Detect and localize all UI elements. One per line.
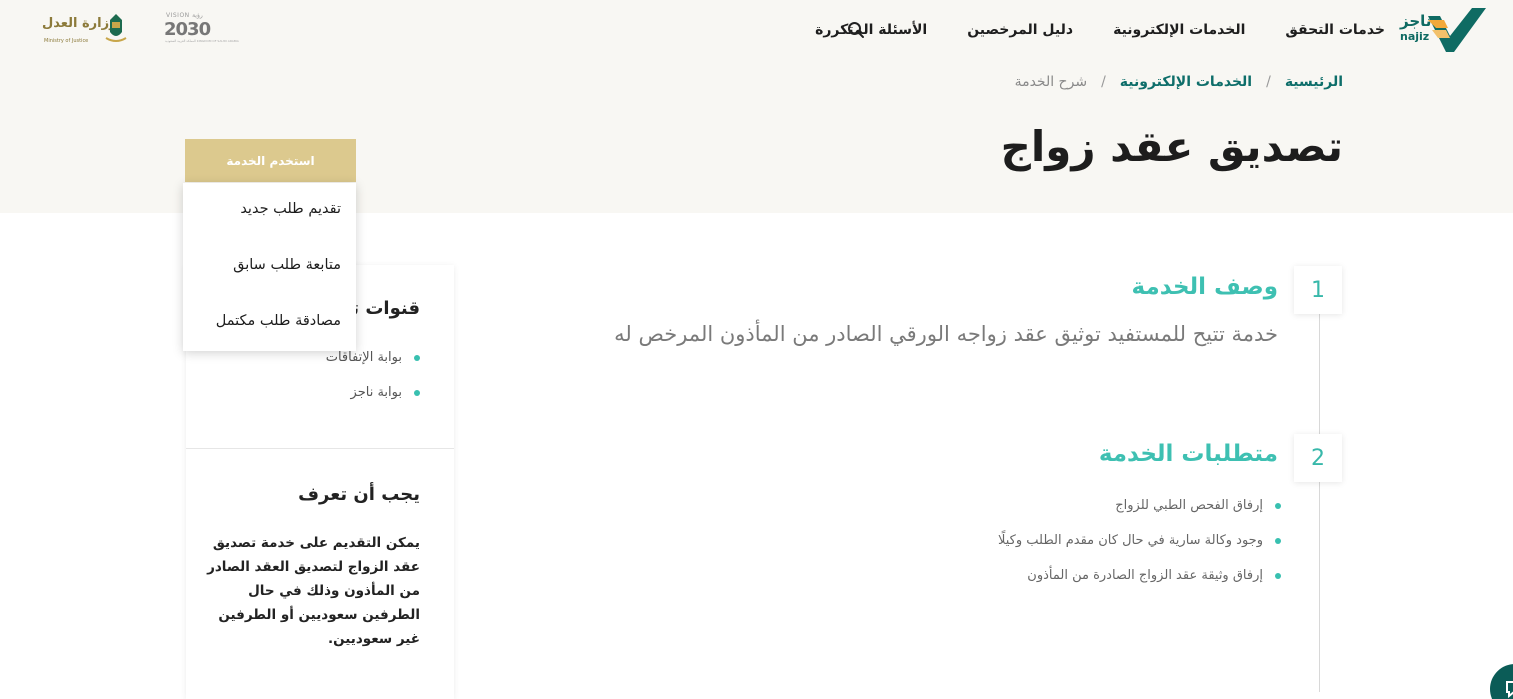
should-know-body: يمكن التقديم على خدمة تصديق عقد الزواج ل… xyxy=(207,535,420,647)
use-service-button[interactable]: استخدم الخدمة xyxy=(185,139,356,182)
breadcrumb-eservices[interactable]: الخدمات الإلكترونية xyxy=(1120,74,1252,90)
requirement-item: وجود وكالة سارية في حال كان مقدم الطلب و… xyxy=(998,533,1281,548)
breadcrumb-home[interactable]: الرئيسية xyxy=(1285,74,1343,90)
bullet-dot-icon xyxy=(414,354,420,361)
search-icon[interactable] xyxy=(846,20,866,40)
nav-item-eservices[interactable]: الخدمات الإلكترونية xyxy=(1113,22,1245,38)
step-number-badge: 2 xyxy=(1294,434,1342,482)
channel-item-label: بوابة الإتفاقات xyxy=(325,350,402,365)
najiz-checkmark-icon xyxy=(1428,8,1486,52)
channel-item[interactable]: بوابة الإتفاقات xyxy=(326,350,420,365)
step-number-badge: 1 xyxy=(1294,266,1342,314)
vision-logo-number: 2030 xyxy=(164,19,211,40)
nav-item-verification-services[interactable]: خدمات التحقق xyxy=(1285,22,1385,38)
requirement-item-label: إرفاق الفحص الطبي للزواج xyxy=(1115,498,1263,513)
timeline-line xyxy=(1319,300,1320,692)
channel-item[interactable]: بوابة ناجز xyxy=(351,385,420,400)
vision-logo-sub: المملكة العربية السعودية KINGDOM OF SAUD… xyxy=(165,39,239,43)
requirement-item: إرفاق الفحص الطبي للزواج xyxy=(1115,498,1281,513)
breadcrumb: الرئيسية / الخدمات الإلكترونية / شرح الخ… xyxy=(1015,74,1343,90)
bullet-dot-icon xyxy=(414,389,420,396)
chat-icon xyxy=(1506,681,1513,699)
requirement-item-label: إرفاق وثيقة عقد الزواج الصادرة من المأذو… xyxy=(1027,568,1263,583)
requirement-item-label: وجود وكالة سارية في حال كان مقدم الطلب و… xyxy=(997,533,1263,548)
step-title-description: وصف الخدمة xyxy=(1131,274,1279,300)
moj-emblem-icon xyxy=(105,14,127,42)
nav-item-licensees-guide[interactable]: دليل المرخصين xyxy=(967,22,1073,38)
ministry-of-justice-logo: وزارة العدل Ministry of Justice xyxy=(40,8,132,48)
bullet-dot-icon xyxy=(1275,502,1281,509)
page-title: تصديق عقد زواج xyxy=(1000,122,1343,171)
use-service-dropdown: تقديم طلب جديد متابعة طلب سابق مصادقة طل… xyxy=(183,183,356,351)
najiz-logo[interactable]: ناجز najiz xyxy=(1398,6,1486,54)
chat-support-button[interactable] xyxy=(1490,664,1513,699)
breadcrumb-current: شرح الخدمة xyxy=(1014,74,1088,90)
main-nav: خدمات التحقق الخدمات الإلكترونية دليل ال… xyxy=(815,18,1385,42)
menu-item-track-request[interactable]: متابعة طلب سابق xyxy=(233,257,341,273)
nav-item-faq[interactable]: الأسئلة المتكررة xyxy=(815,22,927,38)
requirement-item: إرفاق وثيقة عقد الزواج الصادرة من المأذو… xyxy=(1027,568,1281,583)
bullet-dot-icon xyxy=(1275,537,1281,544)
menu-item-validate-request[interactable]: مصادقة طلب مكتمل xyxy=(216,313,341,329)
vision-logo-top: VISION رؤية xyxy=(166,12,203,19)
bullet-dot-icon xyxy=(1275,572,1281,579)
breadcrumb-separator: / xyxy=(1266,74,1271,90)
moj-logo-en: Ministry of Justice xyxy=(44,38,89,44)
channel-item-label: بوابة ناجز xyxy=(350,385,402,400)
should-know-title: يجب أن تعرف xyxy=(298,484,420,505)
menu-item-new-request[interactable]: تقديم طلب جديد xyxy=(240,201,341,217)
divider xyxy=(186,448,454,449)
step-title-requirements: متطلبات الخدمة xyxy=(1098,441,1278,467)
breadcrumb-separator: / xyxy=(1101,74,1106,90)
step-description-text: خدمة تتيح للمستفيد توثيق عقد زواجه الورق… xyxy=(614,322,1278,346)
vision-2030-logo: VISION رؤية 2030 المملكة العربية السعودي… xyxy=(160,10,239,48)
